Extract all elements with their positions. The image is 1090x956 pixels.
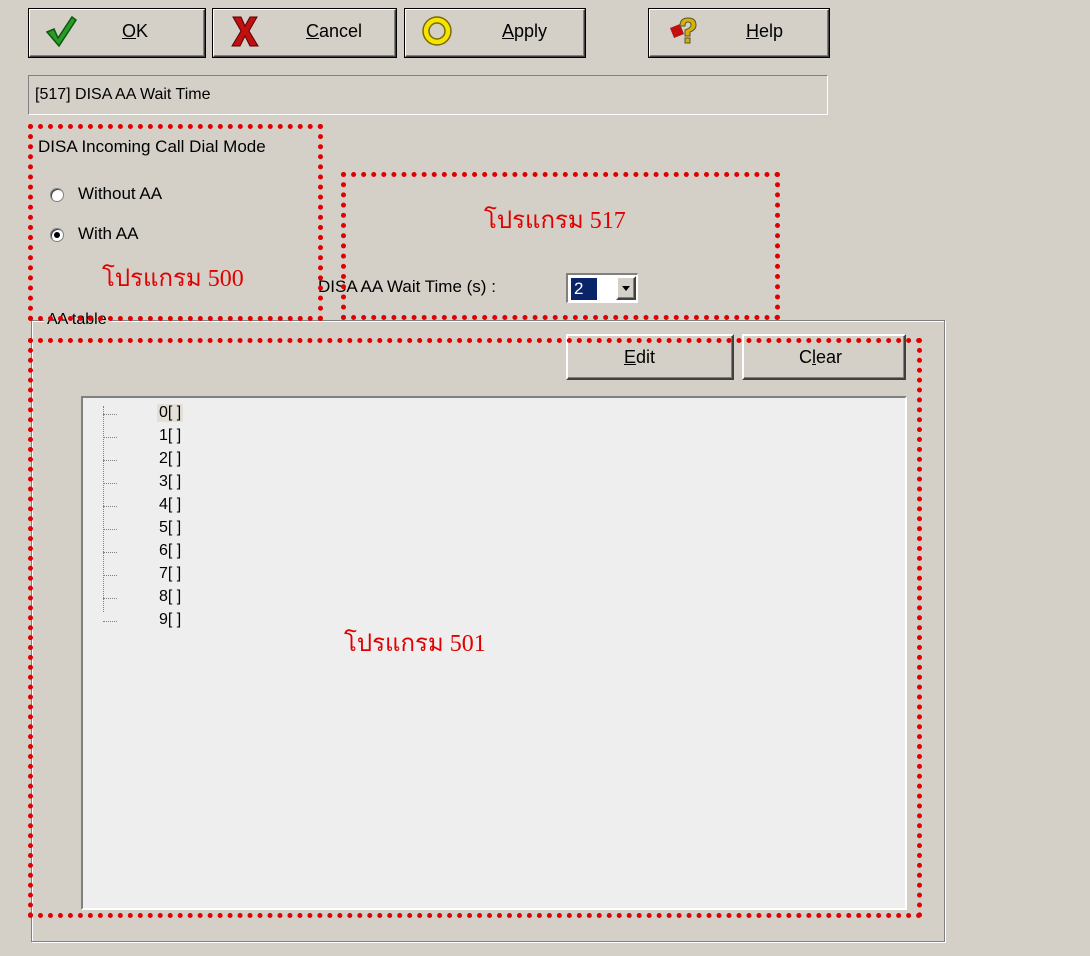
tree-item-label: 8[ ]: [159, 588, 182, 605]
wait-time-value: 2: [571, 278, 597, 300]
apply-button[interactable]: Apply: [404, 8, 586, 58]
annotation-label-500: โปรแกรม 500: [102, 266, 244, 292]
tree-item-9[interactable]: 9[ ]: [83, 611, 283, 633]
tree-item-label: 1[ ]: [159, 427, 182, 444]
tree-item-label: 3[ ]: [159, 473, 182, 490]
wait-time-select[interactable]: 2: [566, 273, 638, 303]
clear-button[interactable]: Clear: [742, 334, 906, 380]
tree-item-2[interactable]: 2[ ]: [83, 450, 283, 472]
tree-item-label: 6[ ]: [159, 542, 182, 559]
radio-label-with-aa: With AA: [78, 224, 139, 243]
x-mark-icon: [231, 16, 259, 47]
tree-item-label: 2[ ]: [159, 450, 182, 467]
tree-item-label: 7[ ]: [159, 565, 182, 582]
help-icon: [670, 17, 697, 44]
annotation-label-517: โปรแกรม 517: [484, 208, 626, 234]
ok-button[interactable]: OK: [28, 8, 206, 58]
tree-item-0[interactable]: 0[ ]: [83, 404, 283, 426]
edit-button[interactable]: Edit: [566, 334, 734, 380]
radio-without-aa[interactable]: Without AA: [50, 183, 230, 207]
program-title: [517] DISA AA Wait Time: [28, 75, 828, 115]
annotation-box-517: [341, 172, 780, 320]
tree-item-label: 0[ ]: [157, 404, 184, 422]
radio-circle[interactable]: [50, 188, 64, 202]
annotation-label-501: โปรแกรม 501: [344, 631, 486, 657]
tree-item-1[interactable]: 1[ ]: [83, 427, 283, 449]
aa-table-title: AA table: [44, 311, 110, 329]
tree-item-4[interactable]: 4[ ]: [83, 496, 283, 518]
radio-with-aa[interactable]: With AA: [50, 223, 230, 247]
radio-circle-selected[interactable]: [50, 228, 64, 242]
checkmark-icon: [45, 15, 78, 48]
tree-item-8[interactable]: 8[ ]: [83, 588, 283, 610]
tree-item-3[interactable]: 3[ ]: [83, 473, 283, 495]
tree-item-5[interactable]: 5[ ]: [83, 519, 283, 541]
help-button[interactable]: Help: [648, 8, 830, 58]
tree-item-label: 4[ ]: [159, 496, 182, 513]
ring-icon: [422, 16, 452, 46]
chevron-down-icon: [622, 286, 630, 291]
dial-mode-label: DISA Incoming Call Dial Mode: [38, 137, 266, 156]
tree-item-7[interactable]: 7[ ]: [83, 565, 283, 587]
wait-time-label: DISA AA Wait Time (s) :: [318, 277, 496, 296]
aa-table-tree[interactable]: 0[ ] 1[ ] 2[ ] 3[ ] 4[ ] 5[ ] 6[ ] 7[ ] …: [81, 396, 907, 910]
cancel-button[interactable]: Cancel: [212, 8, 397, 58]
tree-item-label: 9[ ]: [159, 611, 182, 628]
wait-time-dropdown-button[interactable]: [616, 276, 636, 300]
radio-label-without-aa: Without AA: [78, 184, 163, 203]
tree-item-6[interactable]: 6[ ]: [83, 542, 283, 564]
tree-item-label: 5[ ]: [159, 519, 182, 536]
